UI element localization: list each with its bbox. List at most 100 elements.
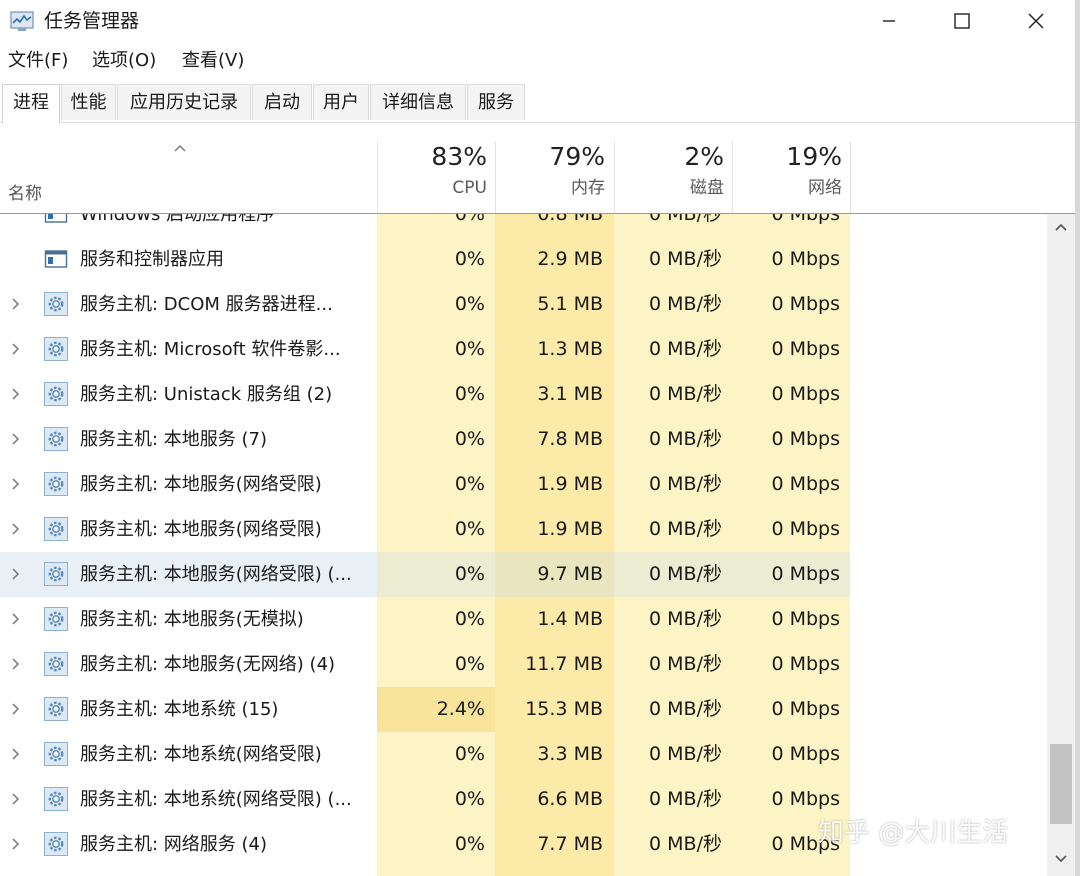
- network-value: 0 Mbps: [771, 248, 840, 270]
- gear-icon: [44, 337, 68, 361]
- gear-icon: [44, 832, 68, 856]
- tab-users[interactable]: 用户: [313, 84, 369, 120]
- header-memory[interactable]: 79% 内存: [495, 141, 605, 201]
- expand-chevron-icon[interactable]: [10, 790, 22, 812]
- disk-value: 0 MB/秒: [649, 428, 722, 450]
- tab-performance[interactable]: 性能: [61, 84, 116, 120]
- memory-value: 9.7 MB: [537, 563, 603, 585]
- memory-value: 15.3 MB: [525, 698, 603, 720]
- column-divider: [850, 141, 851, 213]
- disk-value: 0 MB/秒: [649, 518, 722, 540]
- close-icon: [1028, 13, 1044, 29]
- cpu-value: 0%: [454, 338, 485, 360]
- cpu-value: 0%: [454, 563, 485, 585]
- process-row[interactable]: 服务主机: 本地服务(无模拟) 0% 1.4 MB 0 MB/秒 0 Mbps: [0, 597, 1060, 642]
- cpu-value: 0%: [454, 214, 485, 225]
- process-row[interactable]: 服务和控制器应用 0% 2.9 MB 0 MB/秒 0 Mbps: [0, 237, 1060, 282]
- process-row[interactable]: 服务主机: 本地服务(网络受限) 0% 1.9 MB 0 MB/秒 0 Mbps: [0, 507, 1060, 552]
- disk-value: 0 MB/秒: [649, 608, 722, 630]
- scrollbar-thumb[interactable]: [1050, 744, 1072, 824]
- vertical-scrollbar[interactable]: [1047, 214, 1075, 876]
- process-row[interactable]: 服务主机: 本地系统(网络受限) 0% 3.3 MB 0 MB/秒 0 Mbps: [0, 732, 1060, 777]
- memory-value: 2.9 MB: [537, 248, 603, 270]
- process-row[interactable]: 服务主机: 本地服务 (7) 0% 7.8 MB 0 MB/秒 0 Mbps: [0, 417, 1060, 462]
- expand-chevron-icon[interactable]: [10, 745, 22, 767]
- cpu-value: 0%: [454, 473, 485, 495]
- memory-value: 1.9 MB: [537, 473, 603, 495]
- network-value: 0 Mbps: [771, 383, 840, 405]
- expand-chevron-icon[interactable]: [10, 700, 22, 722]
- network-value: 0 Mbps: [771, 428, 840, 450]
- tab-startup[interactable]: 启动: [252, 84, 312, 120]
- memory-value: 3.1 MB: [537, 383, 603, 405]
- tab-details[interactable]: 详细信息: [370, 84, 466, 120]
- expand-chevron-icon[interactable]: [10, 610, 22, 632]
- menu-options[interactable]: 选项(O): [92, 49, 156, 73]
- memory-value: 0.8 MB: [537, 214, 603, 225]
- expand-chevron-icon[interactable]: [10, 430, 22, 452]
- process-row[interactable]: 服务主机: 本地服务(无网络) (4) 0% 11.7 MB 0 MB/秒 0 Mbps: [0, 642, 1060, 687]
- memory-value: 7.8 MB: [537, 428, 603, 450]
- gear-icon: [44, 292, 68, 316]
- header-name[interactable]: 名称: [8, 179, 42, 204]
- tab-app-history[interactable]: 应用历史记录: [117, 84, 251, 120]
- process-row[interactable]: 服务主机: Microsoft 软件卷影... 0% 1.3 MB 0 MB/秒 0 M…: [0, 327, 1060, 372]
- tab-processes[interactable]: 进程: [2, 84, 60, 123]
- process-name: 服务主机: Microsoft 软件卷影...: [80, 339, 341, 360]
- disk-value: 0 MB/秒: [649, 698, 722, 720]
- expand-chevron-icon[interactable]: [10, 340, 22, 362]
- disk-value: 0 MB/秒: [649, 214, 722, 225]
- process-row[interactable]: 服务主机: 本地系统 (15) 2.4% 15.3 MB 0 MB/秒 0 Mbps: [0, 687, 1060, 732]
- network-value: 0 Mbps: [771, 653, 840, 675]
- gear-icon: [44, 427, 68, 451]
- cpu-percent: 83%: [431, 142, 487, 171]
- sort-ascending-icon[interactable]: [172, 143, 188, 153]
- maximize-icon: [954, 13, 970, 29]
- disk-value: 0 MB/秒: [649, 743, 722, 765]
- disk-value: 0 MB/秒: [649, 248, 722, 270]
- header-cpu[interactable]: 83% CPU: [377, 141, 487, 201]
- gear-icon: [44, 472, 68, 496]
- process-row[interactable]: 服务主机: Unistack 服务组 (2) 0% 3.1 MB 0 MB/秒 0 Mb…: [0, 372, 1060, 417]
- disk-value: 0 MB/秒: [649, 833, 722, 855]
- minimize-icon: [883, 20, 895, 22]
- column-header: 名称 83% CPU 79% 内存 2% 磁盘 19% 网络: [0, 123, 1075, 214]
- scroll-down-icon[interactable]: [1054, 854, 1068, 864]
- process-row[interactable]: 服务主机: DCOM 服务器进程... 0% 5.1 MB 0 MB/秒 0 Mbps: [0, 282, 1060, 327]
- cpu-value: 2.4%: [436, 698, 485, 720]
- process-row[interactable]: 服务主机: 本地服务(网络受限) (... 0% 9.7 MB 0 MB/秒 0 Mbp…: [0, 552, 1060, 597]
- expand-chevron-icon[interactable]: [10, 565, 22, 587]
- gear-icon: [44, 742, 68, 766]
- process-row[interactable]: Windows 启动应用程序 0% 0.8 MB 0 MB/秒 0 Mbps: [0, 214, 1060, 237]
- header-disk[interactable]: 2% 磁盘: [614, 141, 724, 201]
- expand-chevron-icon[interactable]: [10, 475, 22, 497]
- process-name: 服务主机: 本地系统 (15): [80, 699, 279, 720]
- network-value: 0 Mbps: [771, 338, 840, 360]
- process-name: 服务主机: Unistack 服务组 (2): [80, 384, 333, 405]
- maximize-button[interactable]: [928, 0, 996, 42]
- task-manager-icon: [10, 11, 34, 31]
- process-name: 服务主机: 本地系统(网络受限): [80, 744, 322, 765]
- app-window-icon: [44, 247, 68, 271]
- network-value: 0 Mbps: [771, 608, 840, 630]
- scroll-up-icon[interactable]: [1054, 222, 1068, 232]
- menu-view[interactable]: 查看(V): [182, 49, 244, 73]
- menu-file[interactable]: 文件(F): [8, 49, 68, 73]
- expand-chevron-icon[interactable]: [10, 655, 22, 677]
- disk-value: 0 MB/秒: [649, 293, 722, 315]
- expand-chevron-icon[interactable]: [10, 520, 22, 542]
- network-value: 0 Mbps: [771, 698, 840, 720]
- memory-percent: 79%: [549, 142, 605, 171]
- tab-bar: 进程 性能 应用历史记录 启动 用户 详细信息 服务: [0, 82, 1080, 123]
- expand-chevron-icon[interactable]: [10, 295, 22, 317]
- cpu-value: 0%: [454, 608, 485, 630]
- header-network[interactable]: 19% 网络: [732, 141, 842, 201]
- process-row[interactable]: 服务主机: 本地服务(网络受限) 0% 1.9 MB 0 MB/秒 0 Mbps: [0, 462, 1060, 507]
- expand-chevron-icon[interactable]: [10, 835, 22, 857]
- process-name: 服务主机: 本地服务 (7): [80, 429, 268, 450]
- process-name: 服务主机: 本地服务(网络受限): [80, 474, 322, 495]
- minimize-button[interactable]: [855, 0, 923, 42]
- expand-chevron-icon[interactable]: [10, 385, 22, 407]
- tab-services[interactable]: 服务: [467, 84, 525, 120]
- close-button[interactable]: [1002, 0, 1070, 42]
